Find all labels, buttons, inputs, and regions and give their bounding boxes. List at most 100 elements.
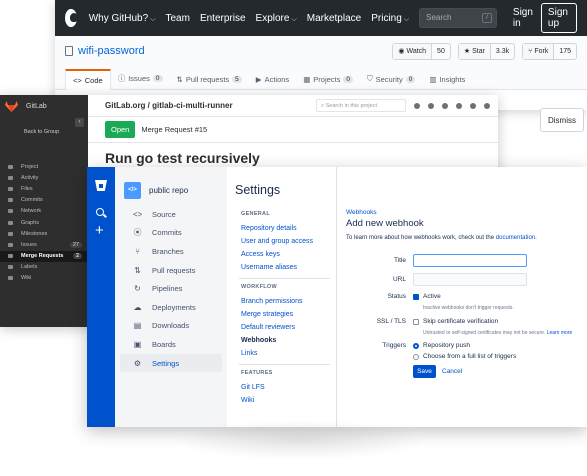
link-links[interactable]: Links xyxy=(227,347,336,360)
code-icon: <> xyxy=(73,76,82,85)
url-input[interactable] xyxy=(413,273,527,286)
sidebar-item-milestones[interactable]: Milestones xyxy=(0,228,88,239)
repo-icon xyxy=(65,46,73,56)
commit-icon xyxy=(8,198,13,203)
project-icon: ▦ xyxy=(303,75,311,84)
merge-request-label: Merge Request #15 xyxy=(141,125,208,134)
sidebar-item-activity[interactable]: Activity xyxy=(0,172,88,183)
repo-sidebar: </> public repo <> Source ⦿ Commits ⑂ Branc… xyxy=(115,167,227,427)
tab-code[interactable]: <> Code xyxy=(65,69,111,90)
sign-out-icon[interactable] xyxy=(484,102,490,109)
pull-request-icon: ⇅ xyxy=(176,75,183,84)
github-octocat-icon[interactable] xyxy=(65,9,78,27)
link-repository-details[interactable]: Repository details xyxy=(227,222,336,235)
sidebar-item-pipelines[interactable]: ↻ Pipelines xyxy=(120,279,222,298)
sidebar-item-branches[interactable]: ⑂ Branches xyxy=(120,242,222,261)
project-breadcrumb[interactable]: GitLab.org / gitlab-ci-multi-runner xyxy=(105,101,233,110)
dismiss-button[interactable]: Dismiss xyxy=(540,108,584,132)
title-label: Title xyxy=(393,257,406,264)
sign-up-button[interactable]: Sign up xyxy=(540,3,577,33)
gitlab-sidebar: GitLab ‹ Back to Group Project Activity … xyxy=(0,95,88,327)
repository-push-radio[interactable] xyxy=(413,343,419,349)
cloud-upload-icon: ☁ xyxy=(133,302,142,312)
save-button[interactable]: Save xyxy=(413,365,436,378)
sidebar-item-files[interactable]: Files xyxy=(0,183,88,194)
link-branch-permissions[interactable]: Branch permissions xyxy=(227,295,336,308)
repo-header[interactable]: </> public repo xyxy=(115,167,227,205)
nav-team[interactable]: Team xyxy=(166,13,190,24)
link-webhooks[interactable]: Webhooks xyxy=(227,334,336,347)
sidebar-item-commits[interactable]: ⦿ Commits xyxy=(120,224,222,243)
nav-marketplace[interactable]: Marketplace xyxy=(307,13,361,24)
tab-insights[interactable]: ▥ Insights xyxy=(422,70,472,89)
form-title: Add new webhook xyxy=(346,218,424,229)
active-help-text: Inactive webhooks don't trigger requests… xyxy=(423,305,514,311)
sidebar-item-wiki[interactable]: Wiki xyxy=(0,273,88,284)
nav-pricing[interactable]: Pricing ⌵ xyxy=(371,13,409,24)
sidebar-item-downloads[interactable]: ▤ Downloads xyxy=(120,317,222,336)
tab-projects[interactable]: ▦ Projects 0 xyxy=(296,70,360,89)
explore-icon[interactable] xyxy=(428,102,434,109)
active-option-label: Active xyxy=(423,293,441,300)
link-merge-strategies[interactable]: Merge strategies xyxy=(227,308,336,321)
admin-gear-icon[interactable] xyxy=(470,102,476,109)
slash-key-icon: / xyxy=(481,13,492,23)
tab-actions[interactable]: ▶ Actions xyxy=(249,70,296,89)
link-access-keys[interactable]: Access keys xyxy=(227,248,336,261)
title-input[interactable] xyxy=(413,254,527,267)
star-button[interactable]: ★ Star 3.3k xyxy=(457,42,516,60)
sidebar-item-settings[interactable]: ⚙ Settings xyxy=(120,353,222,373)
eye-icon: ◉ xyxy=(398,48,407,55)
link-username-aliases[interactable]: Username aliases xyxy=(227,261,336,274)
github-search-input[interactable]: Search / xyxy=(419,8,497,28)
gitlab-brand[interactable]: GitLab xyxy=(0,95,88,117)
create-plus-icon[interactable]: + xyxy=(95,223,104,238)
fork-button[interactable]: ⑂ Fork 175 xyxy=(522,42,577,60)
learn-more-link[interactable]: Learn more xyxy=(547,330,573,336)
github-header: Why GitHub? ⌵ Team Enterprise Explore ⌵ Ma… xyxy=(55,0,587,36)
project-search-input[interactable]: ⌕ Search in this project xyxy=(316,99,406,112)
sidebar-item-source[interactable]: <> Source xyxy=(120,205,222,224)
cancel-button[interactable]: Cancel xyxy=(442,365,462,378)
webhook-form: Webhooks Add new webhook To learn more a… xyxy=(346,167,587,427)
sidebar-item-graphs[interactable]: Graphs xyxy=(0,217,88,228)
pull-request-icon: ⇅ xyxy=(134,265,141,275)
skip-cert-checkbox[interactable] xyxy=(413,319,419,325)
link-wiki[interactable]: Wiki xyxy=(227,394,336,407)
new-project-icon[interactable] xyxy=(456,102,462,109)
settings-menu: Settings GENERAL Repository details User… xyxy=(227,167,337,427)
gitlab-header: GitLab.org / gitlab-ci-multi-runner ⌕ Se… xyxy=(88,95,498,117)
bitbucket-logo-hole xyxy=(99,184,103,188)
nav-enterprise[interactable]: Enterprise xyxy=(200,13,246,24)
sidebar-item-network[interactable]: Network xyxy=(0,206,88,217)
snippets-icon[interactable] xyxy=(442,102,448,109)
active-checkbox[interactable] xyxy=(413,294,419,300)
sidebar-item-labels[interactable]: Labels xyxy=(0,262,88,273)
sidebar-item-commits[interactable]: Commits xyxy=(0,195,88,206)
nav-explore[interactable]: Explore ⌵ xyxy=(256,13,297,24)
nav-why-github[interactable]: Why GitHub? ⌵ xyxy=(89,13,156,24)
tab-security[interactable]: ⛉ Security 0 xyxy=(360,69,422,89)
collapse-sidebar-icon[interactable]: ‹ xyxy=(75,118,84,127)
sidebar-item-project[interactable]: Project xyxy=(0,161,88,172)
tab-issues[interactable]: ⓘ Issues 0 xyxy=(111,68,170,89)
sidebar-item-boards[interactable]: ▣ Boards xyxy=(120,335,222,354)
documentation-link[interactable]: documentation xyxy=(496,235,535,241)
code-icon: <> xyxy=(133,209,143,219)
search-icon[interactable] xyxy=(96,208,104,216)
help-icon[interactable] xyxy=(414,102,420,109)
link-user-group-access[interactable]: User and group access xyxy=(227,235,336,248)
link-default-reviewers[interactable]: Default reviewers xyxy=(227,321,336,334)
full-trigger-list-radio[interactable] xyxy=(413,354,419,360)
sidebar-item-issues[interactable]: Issues 27 xyxy=(0,239,88,250)
tab-pull-requests[interactable]: ⇅ Pull requests 5 xyxy=(170,70,249,89)
breadcrumb-webhooks[interactable]: Webhooks xyxy=(346,167,587,216)
sidebar-item-deployments[interactable]: ☁ Deployments xyxy=(120,298,222,317)
screenshot-stage: Why GitHub? ⌵ Team Enterprise Explore ⌵ Ma… xyxy=(0,0,587,476)
repo-name-link[interactable]: wifi-password xyxy=(78,45,145,57)
link-git-lfs[interactable]: Git LFS xyxy=(227,381,336,394)
sidebar-item-merge-requests[interactable]: Merge Requests 2 xyxy=(0,250,88,262)
sidebar-item-pull-requests[interactable]: ⇅ Pull requests xyxy=(120,261,222,280)
sign-in-link[interactable]: Sign in xyxy=(513,7,533,29)
watch-button[interactable]: ◉ Watch 50 xyxy=(392,42,451,60)
